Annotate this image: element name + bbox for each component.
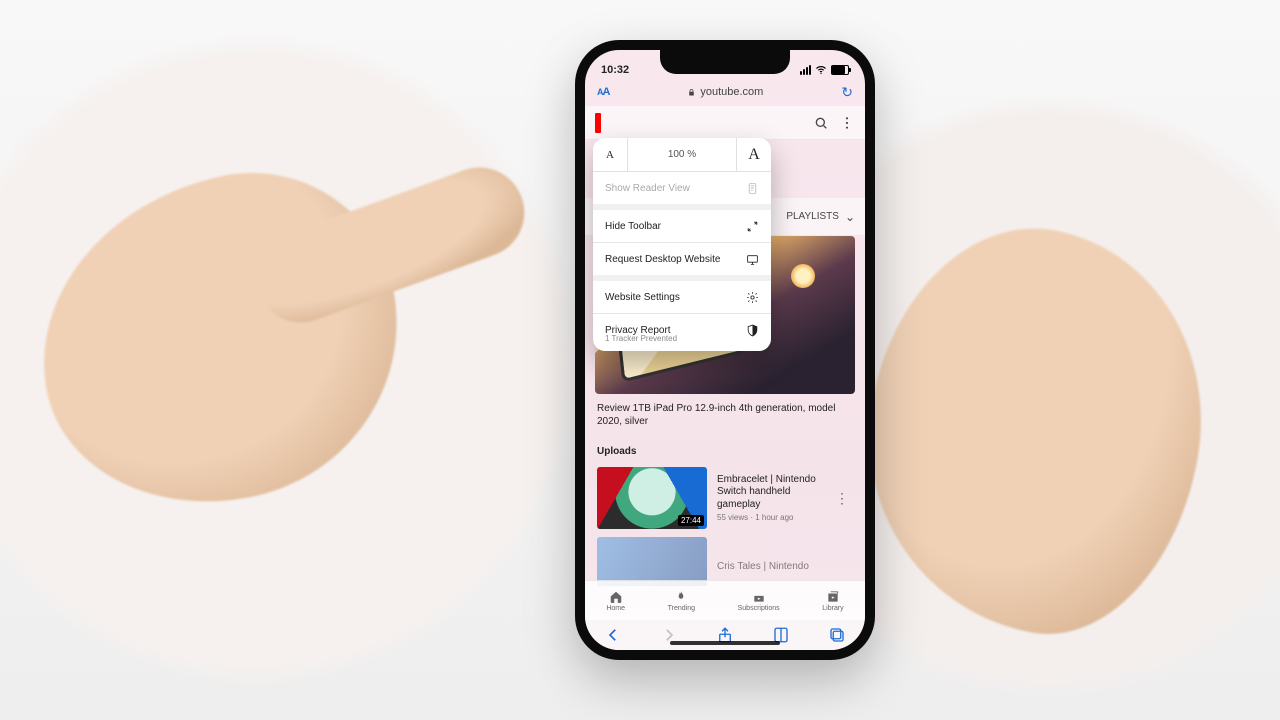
back-button[interactable] — [604, 626, 622, 644]
reader-icon — [746, 182, 759, 195]
reload-icon[interactable]: ↻ — [841, 84, 853, 101]
youtube-top-bar — [585, 106, 865, 140]
safari-toolbar — [585, 620, 865, 650]
desktop-icon — [746, 253, 759, 266]
expand-icon — [746, 220, 759, 233]
notch — [660, 50, 790, 74]
url-domain: youtube.com — [700, 86, 763, 98]
more-vert-icon[interactable] — [839, 115, 855, 131]
privacy-subtext: 1 Tracker Prevented — [593, 334, 771, 351]
safari-address-bar[interactable]: AA youtube.com ↻ — [585, 78, 865, 106]
list-item[interactable]: 27:44 Embracelet | Nintendo Switch handh… — [585, 463, 865, 533]
shield-icon — [746, 324, 759, 337]
zoom-out-button[interactable]: A — [593, 149, 627, 161]
wifi-icon — [815, 64, 827, 76]
home-icon — [609, 590, 623, 604]
battery-icon — [831, 65, 849, 75]
aa-button[interactable]: AA — [597, 86, 609, 98]
video-stats: 55 views · 1 hour ago — [717, 513, 821, 522]
aa-menu-popup: A 100 % A Show Reader View Hide Toolbar … — [593, 138, 771, 351]
featured-video-title[interactable]: Review 1TB iPad Pro 12.9-inch 4th genera… — [585, 394, 865, 436]
video-title[interactable]: Embracelet | Nintendo Switch handheld ga… — [717, 474, 821, 512]
uploads-heading: Uploads — [585, 436, 865, 463]
iphone-device: 10:32 AA youtube.com ↻ — [575, 40, 875, 660]
video-title[interactable]: Cris Tales | Nintendo — [717, 561, 853, 574]
list-item[interactable]: Cris Tales | Nintendo — [585, 533, 865, 586]
subscriptions-icon — [752, 590, 766, 604]
chevron-down-icon[interactable]: ⌄ — [845, 210, 855, 224]
menu-show-reader: Show Reader View — [593, 172, 771, 204]
gear-icon — [746, 291, 759, 304]
tab-trending[interactable]: Trending — [668, 590, 695, 612]
more-vert-icon[interactable]: ⋮ — [831, 490, 853, 507]
lock-icon — [687, 88, 696, 97]
cellular-icon — [800, 65, 811, 75]
search-icon[interactable] — [813, 115, 829, 131]
video-thumbnail[interactable] — [597, 537, 707, 586]
home-indicator[interactable] — [670, 641, 780, 645]
video-thumbnail[interactable]: 27:44 — [597, 467, 707, 529]
tab-subscriptions[interactable]: Subscriptions — [738, 590, 780, 612]
tab-playlists[interactable]: PLAYLISTS — [786, 211, 839, 222]
tab-library[interactable]: Library — [822, 590, 843, 612]
menu-website-settings[interactable]: Website Settings — [593, 281, 771, 313]
youtube-logo[interactable] — [595, 113, 601, 133]
library-icon — [826, 590, 840, 604]
youtube-bottom-tabs: Home Trending Subscriptions Library — [585, 580, 865, 620]
menu-hide-toolbar[interactable]: Hide Toolbar — [593, 210, 771, 242]
menu-request-desktop[interactable]: Request Desktop Website — [593, 243, 771, 275]
tab-home[interactable]: Home — [606, 590, 625, 612]
screen: 10:32 AA youtube.com ↻ — [585, 50, 865, 650]
clock: 10:32 — [601, 64, 629, 76]
zoom-value: 100 % — [627, 138, 737, 171]
zoom-in-button[interactable]: A — [737, 146, 771, 164]
trending-icon — [674, 590, 688, 604]
duration-badge: 27:44 — [678, 515, 704, 526]
tabs-button[interactable] — [828, 626, 846, 644]
